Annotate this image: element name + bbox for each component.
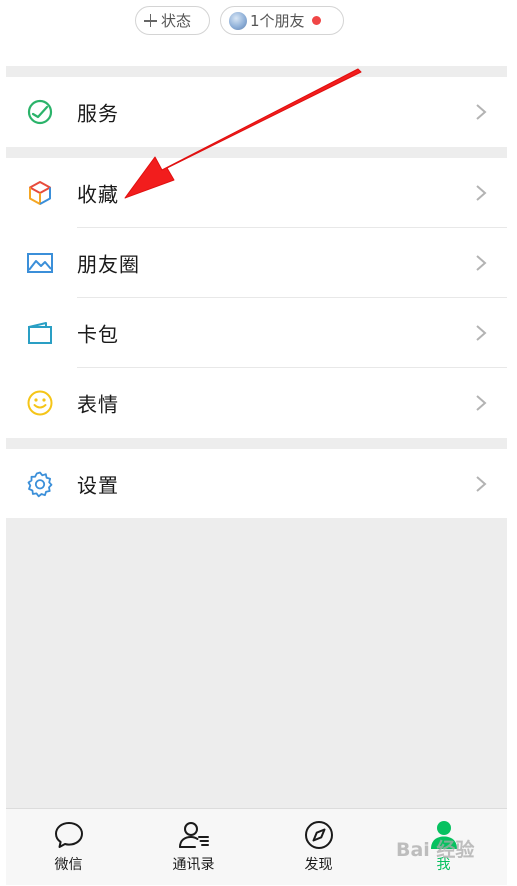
tab-chats[interactable]: 微信 bbox=[6, 809, 131, 886]
menu-item-cards[interactable]: 卡包 bbox=[6, 298, 507, 368]
chevron-right-icon bbox=[476, 325, 487, 341]
friends-status-button[interactable]: 1个朋友 bbox=[220, 6, 344, 35]
tab-discover[interactable]: 发现 bbox=[256, 809, 381, 886]
add-status-button[interactable]: 状态 bbox=[135, 6, 210, 35]
compass-icon bbox=[304, 821, 333, 849]
contacts-icon bbox=[178, 822, 209, 848]
section-gap bbox=[6, 147, 507, 158]
chevron-right-icon bbox=[476, 255, 487, 271]
profile-header: 状态 1个朋友 bbox=[6, 0, 507, 66]
card-wallet-icon bbox=[28, 322, 52, 344]
services-icon bbox=[27, 99, 53, 125]
cards-label: 卡包 bbox=[77, 322, 119, 347]
tab-contacts[interactable]: 通讯录 bbox=[131, 809, 256, 886]
menu-item-stickers[interactable]: 表情 bbox=[6, 368, 507, 438]
section-gap bbox=[6, 438, 507, 449]
moments-label: 朋友圈 bbox=[77, 252, 140, 277]
friend-avatar bbox=[229, 11, 247, 30]
favorites-cube-icon bbox=[29, 181, 51, 205]
menu-item-services[interactable]: 服务 bbox=[6, 77, 507, 147]
tab-chats-label: 微信 bbox=[54, 857, 83, 873]
smiley-icon bbox=[27, 390, 53, 416]
settings-label: 设置 bbox=[77, 473, 119, 497]
tab-discover-label: 发现 bbox=[304, 857, 333, 873]
watermark: Bai 经验 bbox=[396, 839, 475, 861]
chat-bubble-icon bbox=[54, 822, 83, 848]
chevron-right-icon bbox=[476, 475, 487, 492]
services-label: 服务 bbox=[77, 101, 119, 126]
unread-dot bbox=[311, 16, 321, 25]
chevron-right-icon bbox=[476, 104, 487, 120]
status-label: 状态 bbox=[161, 12, 192, 30]
menu-item-favorites[interactable]: 收藏 bbox=[6, 158, 507, 228]
empty-area bbox=[6, 518, 507, 808]
friends-label: 1个朋友 bbox=[250, 12, 305, 30]
menu-item-settings[interactable]: 设置 bbox=[6, 449, 507, 518]
section-gap bbox=[6, 66, 507, 77]
tab-contacts-label: 通讯录 bbox=[172, 857, 215, 873]
menu-item-moments[interactable]: 朋友圈 bbox=[6, 228, 507, 298]
chevron-right-icon bbox=[476, 395, 487, 411]
stickers-label: 表情 bbox=[77, 392, 119, 417]
chevron-right-icon bbox=[476, 185, 487, 201]
favorites-label: 收藏 bbox=[77, 182, 119, 207]
plus-icon bbox=[144, 14, 157, 27]
moments-picture-icon bbox=[27, 253, 53, 273]
me-page: 状态 1个朋友 服务 收藏 朋友圈 卡包 表情 设置 微信 通讯录 发现 我 bbox=[6, 0, 507, 885]
gear-icon bbox=[27, 471, 53, 497]
